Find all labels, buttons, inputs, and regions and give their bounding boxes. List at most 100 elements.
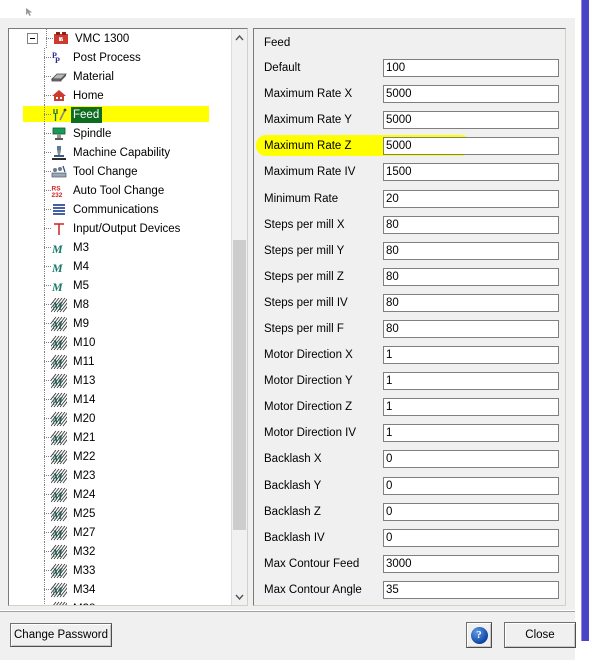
- m-code-disabled-icon: M: [44, 487, 75, 503]
- setting-input-steps-per-mill-z[interactable]: 80: [383, 267, 559, 286]
- m-code-disabled-icon: M: [44, 544, 75, 560]
- setting-input-minimum-rate[interactable]: 20: [383, 189, 559, 208]
- setting-input-steps-per-mill-y[interactable]: 80: [383, 241, 559, 260]
- m-code-icon: M: [51, 261, 63, 275]
- tree-item-m8[interactable]: M M8: [9, 295, 231, 314]
- setting-input-backlash-z[interactable]: 0: [383, 502, 559, 521]
- close-button[interactable]: Close: [504, 622, 576, 648]
- setting-input-backlash-iv[interactable]: 0: [383, 528, 559, 547]
- help-button[interactable]: ?: [466, 622, 492, 648]
- home-icon: [52, 89, 66, 101]
- tree-item-post-process[interactable]: P P Post Process: [9, 48, 231, 67]
- communications-icon: [51, 202, 67, 218]
- scroll-down-button[interactable]: [232, 588, 247, 605]
- setting-input-maximum-rate-y[interactable]: 5000: [383, 111, 559, 130]
- tree-item-m4[interactable]: M M4: [9, 257, 231, 276]
- scroll-up-button[interactable]: [232, 29, 247, 46]
- setting-label: Motor Direction X: [264, 349, 353, 362]
- tree-item-m3[interactable]: M M3: [9, 238, 231, 257]
- rs232-icon: RS232: [52, 185, 63, 199]
- setting-input-motor-direction-x[interactable]: 1: [383, 346, 559, 365]
- tree-item-m21[interactable]: M M21: [9, 428, 231, 447]
- spindle-icon: [52, 127, 66, 140]
- setting-input-backlash-x[interactable]: 0: [383, 450, 559, 469]
- setting-label: Default: [264, 62, 301, 75]
- m-code-icon: M: [51, 259, 67, 275]
- scrollbar-thumb[interactable]: [233, 240, 246, 530]
- dialog-footer: Change Password ? Close: [0, 610, 576, 660]
- setting-input-max-contour-angle[interactable]: 35: [383, 580, 559, 599]
- m-code-disabled-icon: M: [44, 316, 75, 332]
- setting-input-motor-direction-iv[interactable]: 1: [383, 424, 559, 443]
- tree-item-m24[interactable]: M M24: [9, 485, 231, 504]
- tree-expander-collapse-icon[interactable]: [27, 33, 38, 44]
- tree-item-m32[interactable]: M M32: [9, 542, 231, 561]
- tree-item-m38[interactable]: MM38: [9, 599, 231, 605]
- window-right-border: [581, 0, 589, 641]
- tree-item-feed[interactable]: Feed: [9, 105, 231, 124]
- setting-label: Minimum Rate: [264, 192, 339, 205]
- feed-icon: [51, 107, 67, 123]
- tree-item-m14[interactable]: M M14: [9, 390, 231, 409]
- tree-item-m5[interactable]: M M5: [9, 276, 231, 295]
- tree-item-home[interactable]: Home: [9, 86, 231, 105]
- tree-item-communications[interactable]: Communications: [9, 200, 231, 219]
- settings-field-list: Default 100 Maximum Rate X 5000 Maximum Rate…: [254, 55, 565, 605]
- tree-item-m27[interactable]: M M27: [9, 523, 231, 542]
- setting-input-steps-per-mill-iv[interactable]: 80: [383, 293, 559, 312]
- tree-item-m23[interactable]: M M23: [9, 466, 231, 485]
- setting-row: Motor Direction X 1: [254, 342, 565, 368]
- m-code-disabled-icon: M: [44, 430, 75, 446]
- communications-icon: [53, 203, 65, 215]
- tree-item-m25[interactable]: M M25: [9, 504, 231, 523]
- tree-item-label: Communications: [73, 203, 159, 216]
- setting-input-maximum-rate-x[interactable]: 5000: [383, 85, 559, 104]
- setting-input-steps-per-mill-x[interactable]: 80: [383, 215, 559, 234]
- tree-item-m20[interactable]: M M20: [9, 409, 231, 428]
- tree-item-m11[interactable]: M M11: [9, 352, 231, 371]
- setting-input-backlash-y[interactable]: 0: [383, 476, 559, 495]
- tree-item-material[interactable]: Material: [9, 67, 231, 86]
- setting-input-default[interactable]: 100: [383, 59, 559, 78]
- tree-item-m33[interactable]: M M33: [9, 561, 231, 580]
- tree-item-m9[interactable]: M M9: [9, 314, 231, 333]
- m-code-disabled-icon: M: [44, 582, 75, 598]
- tree-connector: [38, 580, 52, 599]
- tree-scroll-area[interactable]: ? VMC 1300 P P Post Process Material Home Feed S…: [9, 29, 231, 605]
- tree-connector: [38, 105, 52, 124]
- setting-label: Steps per mill Y: [264, 244, 345, 257]
- change-password-button[interactable]: Change Password: [10, 623, 112, 647]
- machine-tree-panel[interactable]: ? VMC 1300 P P Post Process Material Home Feed S…: [8, 28, 248, 606]
- tree-item-root[interactable]: ? VMC 1300: [9, 29, 231, 48]
- tree-item-label: M27: [73, 526, 96, 539]
- tree-connector: [38, 561, 52, 580]
- tree-item-input-output-devices[interactable]: Input/Output Devices: [9, 219, 231, 238]
- setting-input-max-contour-feed[interactable]: 3000: [383, 554, 559, 573]
- m-code-disabled-icon: M: [44, 506, 75, 522]
- setting-input-steps-per-mill-f[interactable]: 80: [383, 319, 559, 338]
- tree-item-m10[interactable]: M M10: [9, 333, 231, 352]
- setting-input-maximum-rate-z[interactable]: 5000: [383, 137, 559, 156]
- tree-item-tool-change[interactable]: Tool Change: [9, 162, 231, 181]
- setting-row: Maximum Rate IV 1500: [254, 159, 565, 185]
- tree-item-m13[interactable]: M M13: [9, 371, 231, 390]
- tree-item-m22[interactable]: M M22: [9, 447, 231, 466]
- setting-input-motor-direction-z[interactable]: 1: [383, 398, 559, 417]
- setting-input-motor-direction-y[interactable]: 1: [383, 372, 559, 391]
- setting-input-maximum-rate-iv[interactable]: 1500: [383, 163, 559, 182]
- m-code-disabled-icon: M: [44, 506, 75, 522]
- setting-label: Motor Direction Y: [264, 375, 353, 388]
- setting-label: Steps per mill X: [264, 218, 345, 231]
- tree-item-label: Material: [73, 70, 114, 83]
- tree-item-label: Tool Change: [73, 165, 138, 178]
- tree-item-spindle[interactable]: Spindle: [9, 124, 231, 143]
- setting-row: Motor Direction Y 1: [254, 368, 565, 394]
- tree-item-label: M13: [73, 374, 96, 387]
- tree-item-auto-tool-change[interactable]: RS 232 Auto Tool Change: [9, 181, 231, 200]
- tree-item-m34[interactable]: M M34: [9, 580, 231, 599]
- tree-item-machine-capability[interactable]: Machine Capability: [9, 143, 231, 162]
- tree-connector: [38, 485, 52, 504]
- m-code-disabled-icon: M: [44, 525, 75, 541]
- tree-vertical-scrollbar[interactable]: [231, 29, 247, 605]
- setting-row: Steps per mill Z 80: [254, 264, 565, 290]
